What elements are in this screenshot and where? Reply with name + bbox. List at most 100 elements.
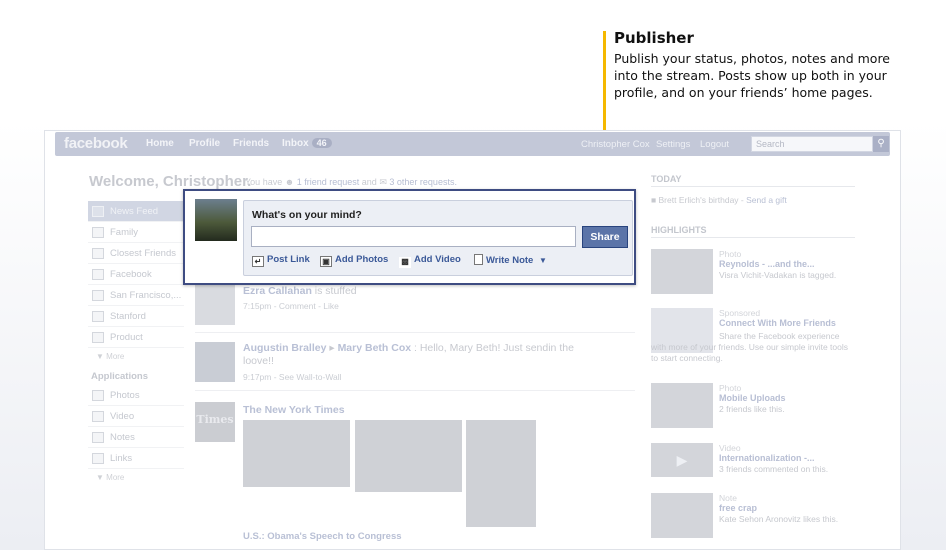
highlights-heading: HIGHLIGHTS [651,225,855,238]
highlight-title[interactable]: Reynolds - ...and the... [719,259,815,269]
highlight-title[interactable]: Mobile Uploads [719,393,786,403]
avatar[interactable] [195,199,237,241]
sidebar-item-photos[interactable]: Photos [88,385,184,406]
nav-profile[interactable]: Profile [189,138,220,149]
chevron-down-icon[interactable]: ▼ [539,256,547,265]
story-meta[interactable]: 9:17pm - See Wall-to-Wall [243,372,342,382]
network-icon [92,269,104,280]
nav-friends[interactable]: Friends [233,138,269,149]
story-author[interactable]: Augustin Bralley [243,342,326,354]
publisher-panel: What's on your mind? Share ↵ Post Link ▣ A… [243,200,633,276]
story-caption[interactable]: U.S.: Obama's Speech to Congress [243,531,402,542]
settings-link[interactable]: Settings [656,139,690,150]
highlight-item[interactable]: Note free crap Kate Sehon Aronovitz like… [651,493,855,538]
news-feed-icon [92,206,104,217]
highlight-thumbnail[interactable] [651,383,713,428]
post-link-button[interactable]: ↵ Post Link [252,254,310,267]
avatar[interactable] [195,285,235,325]
story-author[interactable]: The New York Times [243,404,345,416]
highlight-thumbnail[interactable] [651,493,713,538]
more-lists-link[interactable]: ▼ More [88,348,184,367]
publisher-box: What's on your mind? Share ↵ Post Link ▣ A… [183,189,636,285]
story-text: Augustin Bralley ▸ Mary Beth Cox : Hello… [243,342,593,368]
sidebar-item-label: Photos [110,390,140,401]
sidebar-item-label: Notes [110,432,135,443]
list-icon [92,332,104,343]
notes-icon [92,432,104,443]
left-nav: News Feed Family Closest Friends Faceboo… [88,201,184,488]
highlight-thumbnail[interactable] [651,249,713,294]
facebook-logo[interactable]: facebook [64,135,128,152]
highlight-title[interactable]: Connect With More Friends [719,318,836,328]
highlight-desc: 3 friends commented on this. [719,464,829,474]
search-icon[interactable]: ⚲ [873,136,889,152]
nyt-logo[interactable]: Times [195,402,235,442]
user-name-link[interactable]: Christopher Cox [581,139,650,150]
sidebar-item-label: Family [110,227,138,238]
sidebar-item-facebook[interactable]: Facebook [88,264,184,285]
sidebar-item-stanford[interactable]: Stanford [88,306,184,327]
story-recipient[interactable]: Mary Beth Cox [338,342,412,354]
sidebar-item-san-francisco[interactable]: San Francisco,... [88,285,184,306]
video-play-icon[interactable]: ▶ [651,443,713,477]
divider [195,332,635,333]
sidebar-item-label: News Feed [110,206,159,217]
search-input[interactable]: Search [751,136,873,152]
birthday-notice: ■ Brett Erlich's birthday - Send a gift [651,195,787,205]
sidebar-item-family[interactable]: Family [88,222,184,243]
birthday-text: Brett Erlich's birthday - [658,195,744,205]
add-video-label: Add Video [414,254,461,265]
nav-inbox[interactable]: Inbox 46 [282,138,332,149]
sidebar-item-notes[interactable]: Notes [88,427,184,448]
story-meta[interactable]: 7:15pm - Comment - Like [243,301,339,311]
avatar[interactable] [195,342,235,382]
story-author[interactable]: Ezra Callahan [243,285,312,297]
status-input[interactable] [251,226,576,247]
logout-link[interactable]: Logout [700,139,729,150]
divider [195,390,635,391]
sidebar-item-label: Stanford [110,311,146,322]
sidebar-item-video[interactable]: Video [88,406,184,427]
add-video-button[interactable]: ▩ Add Video [399,254,461,268]
sidebar-item-label: Closest Friends [110,248,176,259]
feed-story: Augustin Bralley ▸ Mary Beth Cox : Hello… [195,342,635,384]
highlight-item[interactable]: Photo Reynolds - ...and the... Visra Vic… [651,249,855,297]
sidebar-item-closest-friends[interactable]: Closest Friends [88,243,184,264]
friend-requests-link[interactable]: 1 friend request [297,177,360,187]
story-photo[interactable] [466,420,536,527]
more-label: More [106,352,125,361]
more-chevron-icon: ▼ [96,473,104,482]
more-apps-link[interactable]: ▼ More [88,469,184,488]
highlight-title[interactable]: free crap [719,503,757,513]
friend-request-icon: ☻ [284,177,295,187]
story-photo[interactable] [243,420,350,487]
other-requests-link[interactable]: 3 other requests. [389,177,457,187]
requests-prefix: You have [245,177,283,187]
sidebar-item-label: Product [110,332,143,343]
highlight-type: Sponsored [719,308,761,318]
inbox-count-badge: 46 [311,138,332,148]
sidebar-item-label: Links [110,453,133,464]
photo-icon: ▣ [320,256,332,267]
highlight-item[interactable]: Photo Mobile Uploads 2 friends like this… [651,383,855,431]
callout-title: Publisher [614,29,694,47]
write-note-button[interactable]: Write Note [474,254,533,266]
story-photo[interactable] [355,420,462,492]
links-icon [92,453,104,464]
highlight-item[interactable]: ▶ Video Internationalization -... 3 frie… [651,443,855,483]
add-photos-button[interactable]: ▣ Add Photos [320,254,388,267]
link-icon: ↵ [252,256,264,267]
highlight-type: Photo [719,383,742,393]
sidebar-item-news-feed[interactable]: News Feed [88,201,184,222]
send-gift-link[interactable]: Send a gift [746,195,787,205]
story-status: is stuffed [314,285,357,297]
highlight-title[interactable]: Internationalization -... [719,453,815,463]
highlight-desc: Visra Vichit-Vadakan is tagged. [719,270,837,280]
sidebar-item-links[interactable]: Links [88,448,184,469]
sidebar-item-product[interactable]: Product [88,327,184,348]
nav-home[interactable]: Home [146,138,174,149]
add-photos-label: Add Photos [335,254,389,265]
sponsored-item[interactable]: Sponsored Connect With More Friends Shar… [651,308,855,368]
callout-body: Publish your status, photos, notes and m… [614,51,890,100]
share-button[interactable]: Share [582,226,628,248]
